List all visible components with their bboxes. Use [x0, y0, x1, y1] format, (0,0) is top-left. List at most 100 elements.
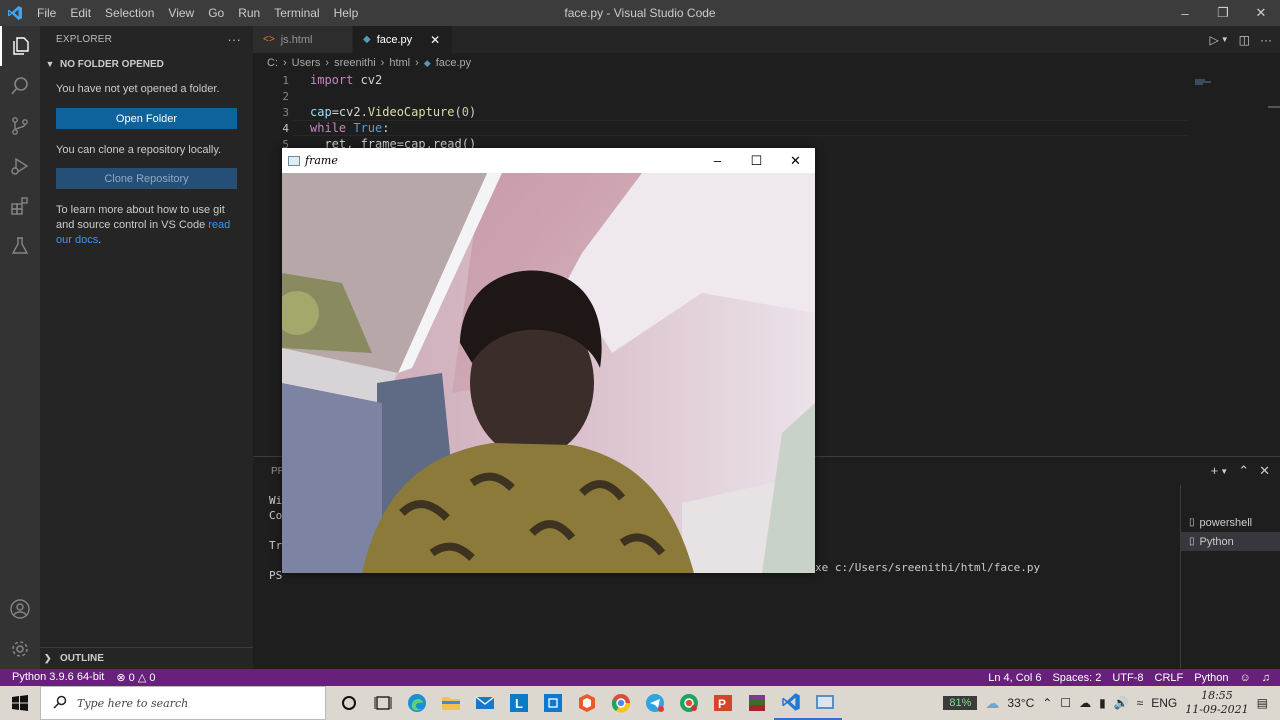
menu-go[interactable]: Go	[201, 0, 231, 26]
menu-view[interactable]: View	[161, 0, 201, 26]
menu-run[interactable]: Run	[231, 0, 267, 26]
notification-center-icon[interactable]: ▤	[1257, 696, 1268, 710]
tab-face-py[interactable]: ◆ face.py ✕	[353, 26, 453, 53]
clock[interactable]: 18:55 11-09-2021	[1185, 689, 1248, 717]
clone-repository-button[interactable]: Clone Repository	[56, 168, 237, 189]
account-icon[interactable]	[0, 589, 40, 629]
frame-window[interactable]: frame – ☐ ✕	[282, 148, 815, 573]
temperature[interactable]: 33°C	[1007, 696, 1034, 710]
restore-icon[interactable]: ❐	[1204, 0, 1242, 26]
indentation[interactable]: Spaces: 2	[1052, 672, 1101, 684]
office-icon[interactable]	[570, 686, 604, 720]
feedback-icon[interactable]: ☺	[1240, 672, 1251, 684]
speaker-icon[interactable]: 🔊	[1114, 696, 1129, 710]
taskbar-search[interactable]: Type here to search	[40, 686, 326, 720]
testing-icon[interactable]	[0, 226, 40, 266]
settings-gear-icon[interactable]	[0, 629, 40, 669]
problems-indicator[interactable]: ⊗ 0 △ 0	[116, 671, 155, 684]
mail-icon[interactable]	[468, 686, 502, 720]
activity-bar	[0, 26, 40, 669]
battery-indicator[interactable]: 81%	[943, 696, 978, 710]
close-icon[interactable]: ✕	[1242, 0, 1280, 26]
line-endings[interactable]: CRLF	[1155, 672, 1184, 684]
cortana-icon[interactable]	[332, 686, 366, 720]
windows-start-icon[interactable]	[0, 686, 40, 720]
run-debug-icon[interactable]	[0, 146, 40, 186]
chevron-down-icon[interactable]: ▼	[1220, 463, 1228, 481]
code-editor[interactable]: 1 import cv2 2 3 cap=cv2.VideoCapture(0)…	[253, 72, 1193, 152]
breadcrumb-drive[interactable]: C:	[267, 57, 278, 69]
store-icon[interactable]	[536, 686, 570, 720]
cursor-position[interactable]: Ln 4, Col 6	[988, 672, 1041, 684]
menu-help[interactable]: Help	[327, 0, 366, 26]
open-folder-button[interactable]: Open Folder	[56, 108, 237, 129]
close-panel-icon[interactable]: ✕	[1259, 463, 1270, 481]
chrome-icon[interactable]	[604, 686, 638, 720]
search-icon[interactable]	[0, 66, 40, 106]
python-interpreter[interactable]: Python 3.9.6 64-bit	[12, 671, 104, 684]
notifications-icon[interactable]: ♫	[1262, 672, 1270, 684]
minimize-icon[interactable]: –	[1166, 0, 1204, 26]
telegram-icon[interactable]	[638, 686, 672, 720]
explorer-icon[interactable]	[0, 26, 40, 66]
wifi-icon[interactable]: ≈	[1137, 696, 1144, 710]
frame-controls: – ☐ ✕	[698, 148, 815, 173]
new-terminal-icon[interactable]: +	[1211, 463, 1219, 481]
task-view-icon[interactable]	[366, 686, 400, 720]
menu-bar: File Edit Selection View Go Run Terminal…	[30, 0, 365, 26]
more-actions-icon[interactable]: ···	[1260, 33, 1272, 47]
breadcrumb-user[interactable]: sreenithi	[334, 57, 376, 69]
breadcrumb-html[interactable]: html	[389, 57, 410, 69]
minimap[interactable]	[1195, 73, 1213, 85]
menu-file[interactable]: File	[30, 0, 63, 26]
input-language[interactable]: ENG	[1151, 696, 1177, 710]
keyword-import: import	[310, 73, 354, 87]
outline-title: OUTLINE	[60, 653, 104, 664]
terminal-item-powershell[interactable]: ▯ powershell	[1181, 513, 1280, 532]
chevron-up-icon[interactable]: ⌃	[1042, 696, 1052, 710]
breadcrumb-users[interactable]: Users	[292, 57, 321, 69]
more-actions-icon[interactable]: ···	[227, 32, 241, 47]
linkedin-l-icon[interactable]: L	[502, 686, 536, 720]
python-window-icon[interactable]	[808, 686, 842, 720]
terminal-output[interactable]: Wi Co Tr PS	[269, 493, 282, 583]
close-icon[interactable]: ✕	[776, 148, 815, 173]
vscode-logo-icon[interactable]	[0, 0, 30, 26]
source-control-icon[interactable]	[0, 106, 40, 146]
chevron-down-icon: ▼	[45, 59, 55, 69]
terminal-item-python[interactable]: ▯ Python	[1181, 532, 1280, 551]
language-mode[interactable]: Python	[1194, 672, 1228, 684]
vscode-taskbar-icon[interactable]	[774, 686, 808, 720]
extensions-icon[interactable]	[0, 186, 40, 226]
meet-now-icon[interactable]: ☐	[1060, 696, 1071, 710]
maximize-panel-icon[interactable]: ⌃	[1238, 463, 1249, 481]
maximize-icon[interactable]: ☐	[737, 148, 776, 173]
weather-icon[interactable]: ☁	[985, 695, 999, 712]
chevron-down-icon[interactable]: ▼	[1221, 35, 1229, 44]
winrar-icon[interactable]	[740, 686, 774, 720]
minimize-icon[interactable]: –	[698, 148, 737, 173]
chrome-profile-icon[interactable]	[672, 686, 706, 720]
outline-section[interactable]: ❯ OUTLINE	[40, 647, 253, 669]
breadcrumb-file[interactable]: face.py	[436, 57, 471, 69]
menu-edit[interactable]: Edit	[63, 0, 98, 26]
menu-terminal[interactable]: Terminal	[267, 0, 326, 26]
tab-js-html[interactable]: <> js.html	[253, 26, 353, 53]
onedrive-icon[interactable]: ☁	[1079, 696, 1091, 710]
scrollbar-marker[interactable]	[1268, 106, 1280, 108]
microphone-icon[interactable]: ▮	[1099, 696, 1106, 710]
menu-selection[interactable]: Selection	[98, 0, 161, 26]
editor-actions: ▷ ▼ ◫ ···	[1210, 26, 1273, 53]
powerpoint-icon[interactable]: P	[706, 686, 740, 720]
close-tab-icon[interactable]: ✕	[430, 33, 440, 47]
no-folder-section[interactable]: ▼ NO FOLDER OPENED	[40, 53, 253, 75]
encoding[interactable]: UTF-8	[1112, 672, 1143, 684]
warning-count: 0	[149, 672, 156, 684]
edge-icon[interactable]	[400, 686, 434, 720]
split-editor-icon[interactable]: ◫	[1239, 33, 1250, 47]
svg-text:L: L	[515, 696, 523, 711]
file-explorer-icon[interactable]	[434, 686, 468, 720]
code-line: 1 import cv2	[253, 72, 1193, 88]
run-python-icon[interactable]: ▷	[1210, 33, 1219, 47]
